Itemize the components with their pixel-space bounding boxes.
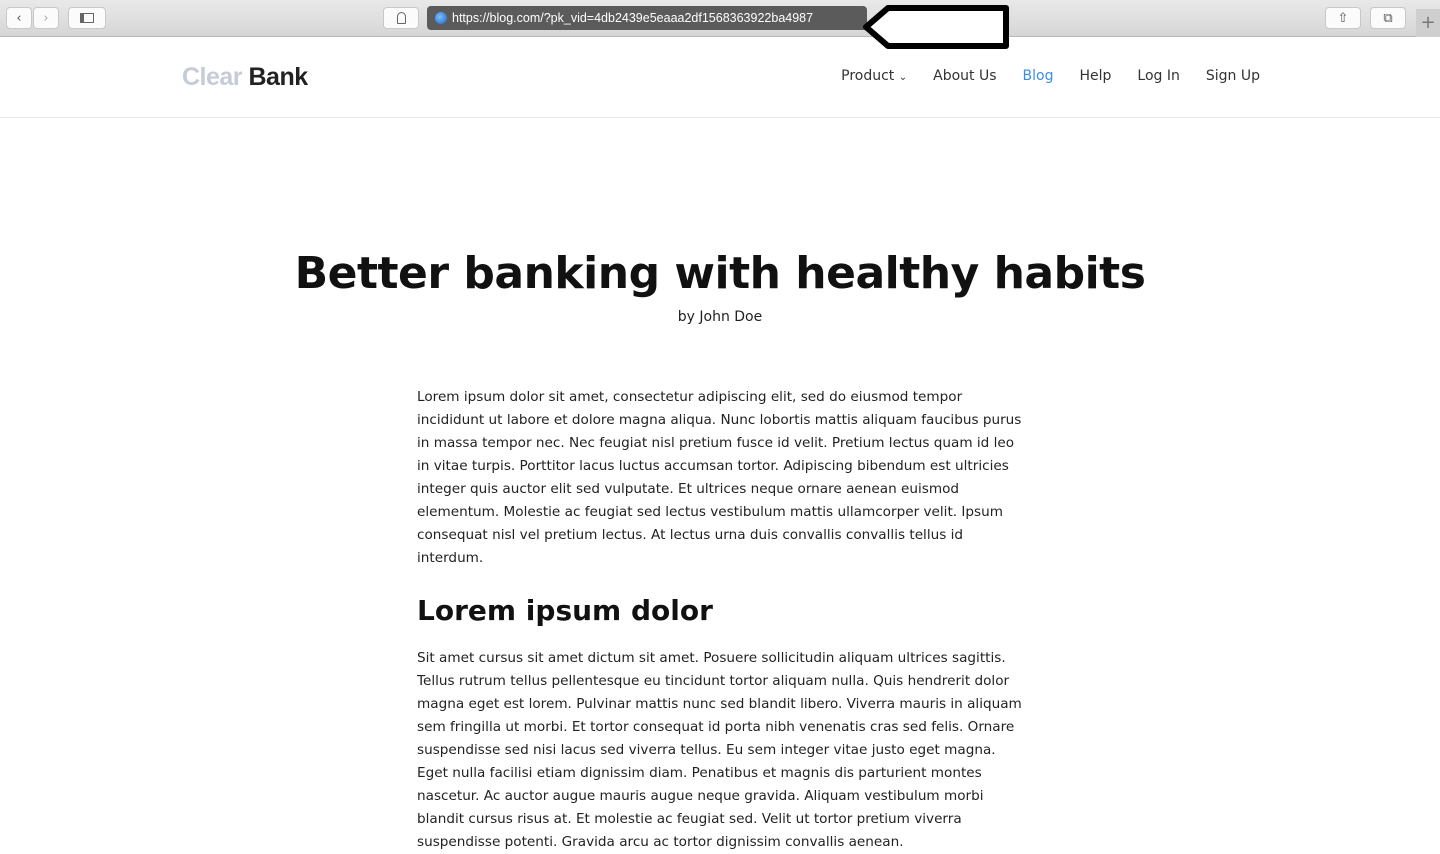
back-icon: ‹ (16, 10, 22, 26)
url-text: https://blog.com/?pk_vid=4db2439e5eaaa2d… (452, 11, 814, 25)
paragraph: Lorem ipsum dolor sit amet, consectetur … (417, 389, 1022, 566)
ghostery-icon (396, 12, 406, 24)
nav-product[interactable]: Product ⌄ (841, 68, 907, 84)
address-bar[interactable]: https://blog.com/?pk_vid=4db2439e5eaaa2d… (427, 6, 867, 30)
sidebar-icon (80, 13, 94, 23)
share-icon: ⇧ (1337, 10, 1349, 26)
chevron-down-icon: ⌄ (898, 72, 908, 83)
share-button[interactable]: ⇧ (1325, 7, 1361, 29)
tabs-button[interactable]: ⧉ (1370, 7, 1406, 29)
nav-sign-up[interactable]: Sign Up (1206, 68, 1260, 84)
tabs-icon: ⧉ (1383, 10, 1393, 26)
article-body: Lorem ipsum dolor sit amet, consectetur … (417, 386, 1027, 854)
section-heading: Lorem ipsum dolor (417, 594, 713, 627)
article-title: Better banking with healthy habits (294, 248, 1146, 299)
nav-about-us[interactable]: About Us (933, 68, 996, 84)
browser-toolbar: ‹ › https://blog.com/?pk_vid=4db2439e5ea… (0, 0, 1440, 49)
site-header: Clear Bank Product ⌄ About Us Blog Help … (0, 38, 1440, 118)
nav-log-in[interactable]: Log In (1137, 68, 1179, 84)
ghostery-button[interactable] (383, 7, 419, 29)
new-tab-icon: + (1420, 12, 1436, 33)
back-button[interactable]: ‹ (6, 7, 32, 29)
logo[interactable]: Clear Bank (182, 63, 308, 92)
nav-help[interactable]: Help (1079, 68, 1111, 84)
forward-button[interactable]: › (33, 7, 59, 29)
forward-icon: › (43, 10, 49, 26)
paragraph: Sit amet cursus sit amet dictum sit amet… (417, 650, 1022, 850)
nav-blog[interactable]: Blog (1023, 68, 1054, 84)
main-nav: Product ⌄ About Us Blog Help Log In Sign… (841, 68, 1260, 84)
globe-icon (435, 12, 447, 24)
article-byline: by John Doe (677, 309, 763, 325)
new-tab-button[interactable]: + (1416, 9, 1440, 37)
sidebar-button[interactable] (68, 7, 106, 29)
